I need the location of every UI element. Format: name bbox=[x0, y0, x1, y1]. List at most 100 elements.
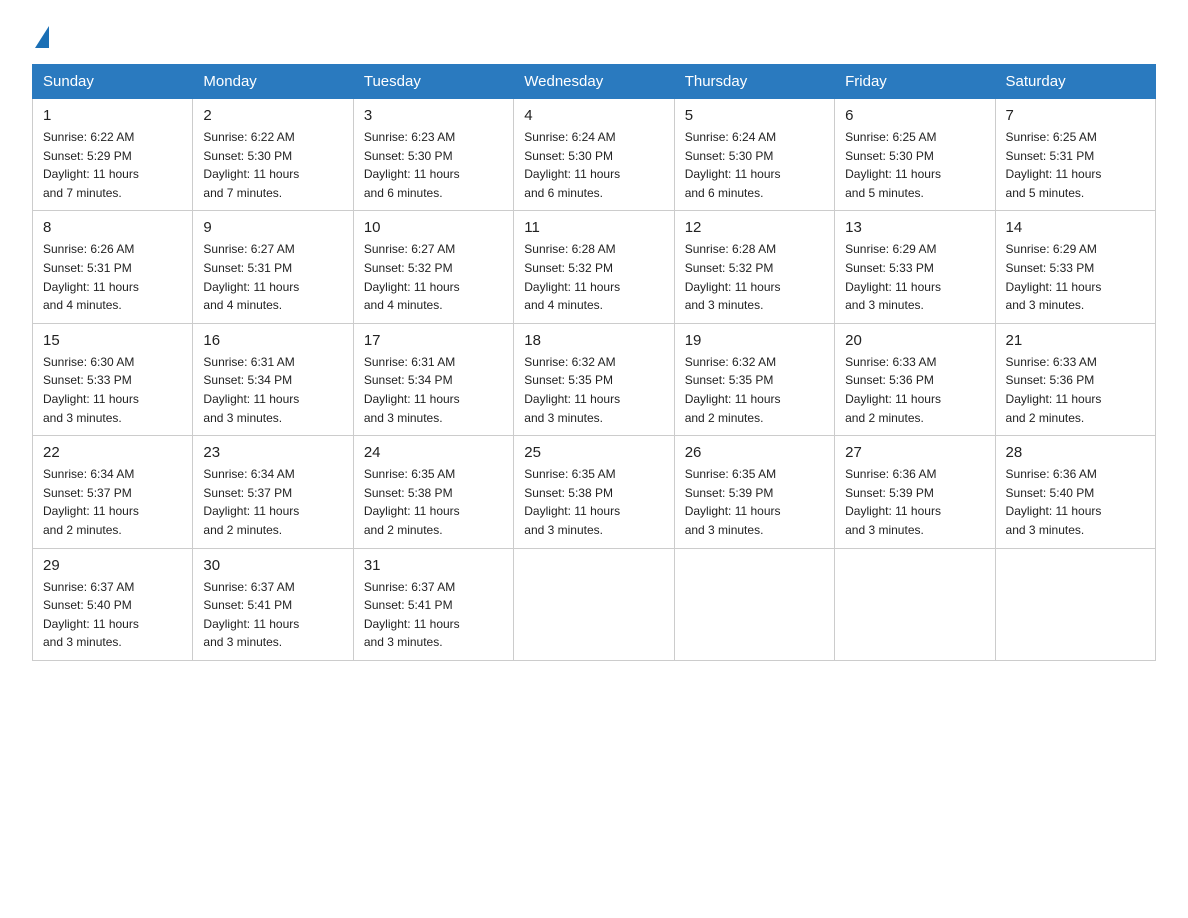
day-number: 23 bbox=[203, 444, 342, 461]
day-info: Sunrise: 6:37 AM Sunset: 5:41 PM Dayligh… bbox=[364, 578, 503, 652]
page-header bbox=[32, 24, 1156, 44]
day-number: 25 bbox=[524, 444, 663, 461]
day-number: 12 bbox=[685, 219, 824, 236]
header-cell-monday: Monday bbox=[193, 65, 353, 99]
day-info: Sunrise: 6:31 AM Sunset: 5:34 PM Dayligh… bbox=[364, 353, 503, 427]
day-number: 4 bbox=[524, 107, 663, 124]
day-number: 11 bbox=[524, 219, 663, 236]
header-row: SundayMondayTuesdayWednesdayThursdayFrid… bbox=[33, 65, 1156, 99]
day-info: Sunrise: 6:32 AM Sunset: 5:35 PM Dayligh… bbox=[685, 353, 824, 427]
day-number: 10 bbox=[364, 219, 503, 236]
day-info: Sunrise: 6:27 AM Sunset: 5:31 PM Dayligh… bbox=[203, 240, 342, 314]
day-cell: 27 Sunrise: 6:36 AM Sunset: 5:39 PM Dayl… bbox=[835, 436, 995, 548]
logo-triangle-icon bbox=[35, 26, 49, 48]
day-cell bbox=[674, 548, 834, 660]
day-cell: 25 Sunrise: 6:35 AM Sunset: 5:38 PM Dayl… bbox=[514, 436, 674, 548]
day-info: Sunrise: 6:35 AM Sunset: 5:39 PM Dayligh… bbox=[685, 465, 824, 539]
day-cell: 23 Sunrise: 6:34 AM Sunset: 5:37 PM Dayl… bbox=[193, 436, 353, 548]
day-info: Sunrise: 6:33 AM Sunset: 5:36 PM Dayligh… bbox=[1006, 353, 1145, 427]
day-number: 20 bbox=[845, 332, 984, 349]
day-number: 19 bbox=[685, 332, 824, 349]
day-cell: 4 Sunrise: 6:24 AM Sunset: 5:30 PM Dayli… bbox=[514, 99, 674, 211]
day-cell: 10 Sunrise: 6:27 AM Sunset: 5:32 PM Dayl… bbox=[353, 211, 513, 323]
day-cell: 21 Sunrise: 6:33 AM Sunset: 5:36 PM Dayl… bbox=[995, 323, 1155, 435]
day-cell: 17 Sunrise: 6:31 AM Sunset: 5:34 PM Dayl… bbox=[353, 323, 513, 435]
day-info: Sunrise: 6:36 AM Sunset: 5:39 PM Dayligh… bbox=[845, 465, 984, 539]
calendar-body: 1 Sunrise: 6:22 AM Sunset: 5:29 PM Dayli… bbox=[33, 99, 1156, 661]
day-number: 18 bbox=[524, 332, 663, 349]
day-info: Sunrise: 6:25 AM Sunset: 5:30 PM Dayligh… bbox=[845, 128, 984, 202]
day-info: Sunrise: 6:27 AM Sunset: 5:32 PM Dayligh… bbox=[364, 240, 503, 314]
day-info: Sunrise: 6:36 AM Sunset: 5:40 PM Dayligh… bbox=[1006, 465, 1145, 539]
day-info: Sunrise: 6:35 AM Sunset: 5:38 PM Dayligh… bbox=[524, 465, 663, 539]
day-info: Sunrise: 6:24 AM Sunset: 5:30 PM Dayligh… bbox=[524, 128, 663, 202]
day-cell: 19 Sunrise: 6:32 AM Sunset: 5:35 PM Dayl… bbox=[674, 323, 834, 435]
day-number: 21 bbox=[1006, 332, 1145, 349]
header-cell-saturday: Saturday bbox=[995, 65, 1155, 99]
day-info: Sunrise: 6:34 AM Sunset: 5:37 PM Dayligh… bbox=[203, 465, 342, 539]
day-cell: 29 Sunrise: 6:37 AM Sunset: 5:40 PM Dayl… bbox=[33, 548, 193, 660]
day-number: 17 bbox=[364, 332, 503, 349]
day-cell: 16 Sunrise: 6:31 AM Sunset: 5:34 PM Dayl… bbox=[193, 323, 353, 435]
day-cell: 12 Sunrise: 6:28 AM Sunset: 5:32 PM Dayl… bbox=[674, 211, 834, 323]
day-cell: 26 Sunrise: 6:35 AM Sunset: 5:39 PM Dayl… bbox=[674, 436, 834, 548]
day-cell: 22 Sunrise: 6:34 AM Sunset: 5:37 PM Dayl… bbox=[33, 436, 193, 548]
day-cell: 20 Sunrise: 6:33 AM Sunset: 5:36 PM Dayl… bbox=[835, 323, 995, 435]
day-info: Sunrise: 6:22 AM Sunset: 5:30 PM Dayligh… bbox=[203, 128, 342, 202]
day-cell: 13 Sunrise: 6:29 AM Sunset: 5:33 PM Dayl… bbox=[835, 211, 995, 323]
calendar-table: SundayMondayTuesdayWednesdayThursdayFrid… bbox=[32, 64, 1156, 661]
day-number: 8 bbox=[43, 219, 182, 236]
day-info: Sunrise: 6:33 AM Sunset: 5:36 PM Dayligh… bbox=[845, 353, 984, 427]
day-cell: 18 Sunrise: 6:32 AM Sunset: 5:35 PM Dayl… bbox=[514, 323, 674, 435]
day-cell: 15 Sunrise: 6:30 AM Sunset: 5:33 PM Dayl… bbox=[33, 323, 193, 435]
day-info: Sunrise: 6:22 AM Sunset: 5:29 PM Dayligh… bbox=[43, 128, 182, 202]
day-cell bbox=[835, 548, 995, 660]
day-cell bbox=[514, 548, 674, 660]
day-info: Sunrise: 6:32 AM Sunset: 5:35 PM Dayligh… bbox=[524, 353, 663, 427]
week-row-1: 1 Sunrise: 6:22 AM Sunset: 5:29 PM Dayli… bbox=[33, 99, 1156, 211]
day-info: Sunrise: 6:25 AM Sunset: 5:31 PM Dayligh… bbox=[1006, 128, 1145, 202]
day-cell: 31 Sunrise: 6:37 AM Sunset: 5:41 PM Dayl… bbox=[353, 548, 513, 660]
day-cell: 9 Sunrise: 6:27 AM Sunset: 5:31 PM Dayli… bbox=[193, 211, 353, 323]
day-number: 29 bbox=[43, 557, 182, 574]
day-info: Sunrise: 6:29 AM Sunset: 5:33 PM Dayligh… bbox=[1006, 240, 1145, 314]
day-number: 22 bbox=[43, 444, 182, 461]
week-row-4: 22 Sunrise: 6:34 AM Sunset: 5:37 PM Dayl… bbox=[33, 436, 1156, 548]
day-number: 26 bbox=[685, 444, 824, 461]
week-row-2: 8 Sunrise: 6:26 AM Sunset: 5:31 PM Dayli… bbox=[33, 211, 1156, 323]
day-number: 2 bbox=[203, 107, 342, 124]
day-info: Sunrise: 6:30 AM Sunset: 5:33 PM Dayligh… bbox=[43, 353, 182, 427]
day-info: Sunrise: 6:23 AM Sunset: 5:30 PM Dayligh… bbox=[364, 128, 503, 202]
day-info: Sunrise: 6:37 AM Sunset: 5:40 PM Dayligh… bbox=[43, 578, 182, 652]
day-number: 31 bbox=[364, 557, 503, 574]
day-number: 14 bbox=[1006, 219, 1145, 236]
day-number: 28 bbox=[1006, 444, 1145, 461]
day-cell: 6 Sunrise: 6:25 AM Sunset: 5:30 PM Dayli… bbox=[835, 99, 995, 211]
day-info: Sunrise: 6:26 AM Sunset: 5:31 PM Dayligh… bbox=[43, 240, 182, 314]
day-number: 7 bbox=[1006, 107, 1145, 124]
day-number: 15 bbox=[43, 332, 182, 349]
day-cell: 5 Sunrise: 6:24 AM Sunset: 5:30 PM Dayli… bbox=[674, 99, 834, 211]
day-number: 16 bbox=[203, 332, 342, 349]
day-number: 6 bbox=[845, 107, 984, 124]
day-info: Sunrise: 6:29 AM Sunset: 5:33 PM Dayligh… bbox=[845, 240, 984, 314]
day-cell: 28 Sunrise: 6:36 AM Sunset: 5:40 PM Dayl… bbox=[995, 436, 1155, 548]
logo bbox=[32, 24, 49, 44]
day-number: 5 bbox=[685, 107, 824, 124]
header-cell-friday: Friday bbox=[835, 65, 995, 99]
day-number: 9 bbox=[203, 219, 342, 236]
day-cell: 3 Sunrise: 6:23 AM Sunset: 5:30 PM Dayli… bbox=[353, 99, 513, 211]
day-number: 27 bbox=[845, 444, 984, 461]
day-cell: 2 Sunrise: 6:22 AM Sunset: 5:30 PM Dayli… bbox=[193, 99, 353, 211]
day-cell: 11 Sunrise: 6:28 AM Sunset: 5:32 PM Dayl… bbox=[514, 211, 674, 323]
header-cell-wednesday: Wednesday bbox=[514, 65, 674, 99]
day-number: 1 bbox=[43, 107, 182, 124]
day-info: Sunrise: 6:28 AM Sunset: 5:32 PM Dayligh… bbox=[685, 240, 824, 314]
day-number: 13 bbox=[845, 219, 984, 236]
day-info: Sunrise: 6:34 AM Sunset: 5:37 PM Dayligh… bbox=[43, 465, 182, 539]
day-info: Sunrise: 6:24 AM Sunset: 5:30 PM Dayligh… bbox=[685, 128, 824, 202]
week-row-3: 15 Sunrise: 6:30 AM Sunset: 5:33 PM Dayl… bbox=[33, 323, 1156, 435]
day-cell: 24 Sunrise: 6:35 AM Sunset: 5:38 PM Dayl… bbox=[353, 436, 513, 548]
header-cell-thursday: Thursday bbox=[674, 65, 834, 99]
week-row-5: 29 Sunrise: 6:37 AM Sunset: 5:40 PM Dayl… bbox=[33, 548, 1156, 660]
